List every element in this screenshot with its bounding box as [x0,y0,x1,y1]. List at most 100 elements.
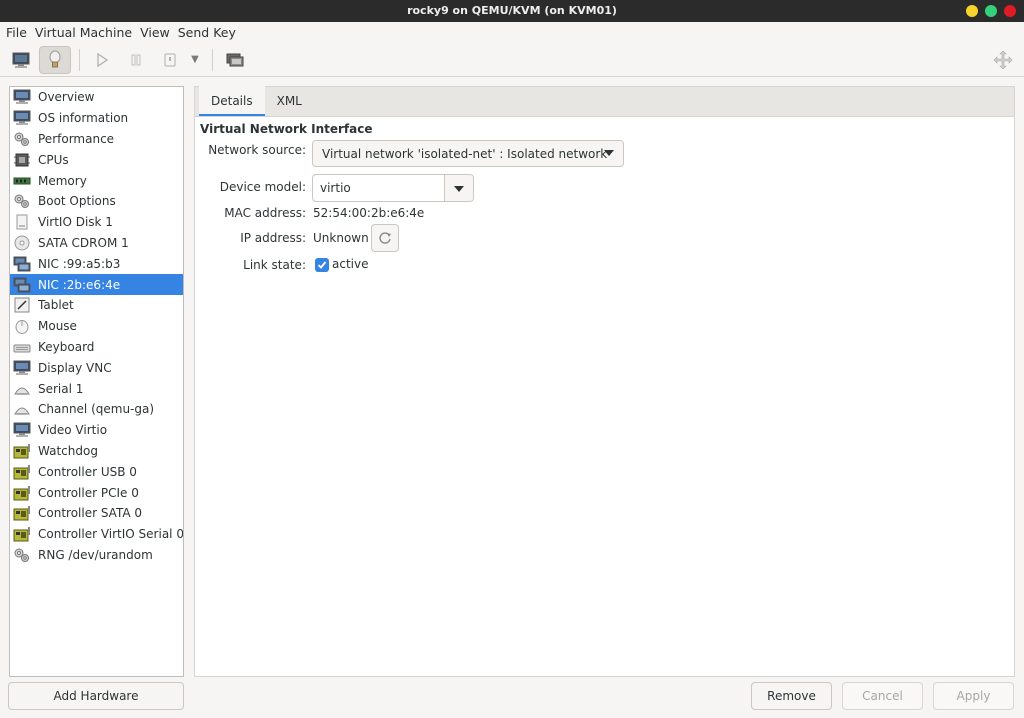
sidebar-item-label: VirtIO Disk 1 [38,215,113,230]
window-titlebar: rocky9 on QEMU/KVM (on KVM01) [0,0,1024,22]
sidebar-item[interactable]: Tablet [10,295,183,316]
monitor-icon [12,359,32,376]
device-model-combo: virtio [312,174,474,202]
sidebar-item[interactable]: SATA CDROM 1 [10,233,183,254]
remove-button[interactable]: Remove [751,682,832,710]
cdrom-icon [12,234,32,251]
sidebar-item-label: Controller PCIe 0 [38,485,139,500]
controller-icon [12,484,32,501]
sidebar-item[interactable]: Controller USB 0 [10,461,183,482]
menu-view[interactable]: View [136,25,174,40]
window-title: rocky9 on QEMU/KVM (on KVM01) [407,4,617,17]
cancel-button[interactable]: Cancel [842,682,923,710]
network-source-value: Virtual network 'isolated-net' : Isolate… [322,146,608,161]
ip-address-label: IP address: [240,231,306,245]
controller-icon [12,463,32,480]
sidebar-item-label: CPUs [38,152,69,167]
sidebar-item[interactable]: Mouse [10,316,183,337]
sidebar-item-label: Keyboard [38,339,95,354]
sidebar-item-label: NIC :99:a5:b3 [38,256,121,271]
tab-bar: Details XML [195,86,1014,117]
shutdown-button[interactable] [154,46,186,74]
controller-icon [12,505,32,522]
sidebar-item-label: NIC :2b:e6:4e [38,277,121,292]
power-icon [164,53,176,66]
sidebar-item[interactable]: Channel (qemu-ga) [10,399,183,420]
network-icon [12,276,32,293]
snapshots-icon [226,53,244,66]
sidebar-item-label: Boot Options [38,194,116,209]
serial-icon [12,401,32,418]
close-button[interactable] [1004,5,1016,17]
device-model-dropdown-button[interactable] [444,175,473,201]
sidebar-item-label: Watchdog [38,443,98,458]
disk-icon [12,214,32,231]
sidebar-item[interactable]: OS information [10,108,183,129]
shutdown-menu-chevron[interactable]: ▼ [188,46,202,74]
sidebar-item[interactable]: NIC :99:a5:b3 [10,253,183,274]
refresh-icon [379,232,391,244]
gears-icon [12,193,32,210]
controller-icon [12,526,32,543]
monitor-icon [12,422,32,439]
sidebar-item-label: Controller USB 0 [38,464,137,479]
mac-address-value: 52:54:00:2b:e6:4e [313,206,425,220]
sidebar-item-label: SATA CDROM 1 [38,235,129,250]
tab-details[interactable]: Details [199,86,265,116]
sidebar-item-label: RNG /dev/urandom [38,547,153,562]
sidebar-item-label: Controller VirtIO Serial 0 [38,527,184,542]
sidebar-item[interactable]: Watchdog [10,441,183,462]
sidebar-item[interactable]: Keyboard [10,337,183,358]
sidebar-item[interactable]: Controller SATA 0 [10,503,183,524]
gears-icon [12,130,32,147]
sidebar-item[interactable]: Performance [10,129,183,150]
mac-address-label: MAC address: [224,206,306,220]
apply-button[interactable]: Apply [933,682,1014,710]
sidebar-item[interactable]: Overview [10,87,183,108]
fullscreen-icon [993,50,1013,70]
network-source-combo[interactable]: Virtual network 'isolated-net' : Isolate… [312,140,624,167]
sidebar-item[interactable]: NIC :2b:e6:4e [10,274,183,295]
sidebar-item[interactable]: Boot Options [10,191,183,212]
link-state-value[interactable]: active [332,257,368,271]
menu-virtual-machine[interactable]: Virtual Machine [31,25,136,40]
add-hardware-button[interactable]: Add Hardware [8,682,184,710]
sidebar-item[interactable]: Video Virtio [10,420,183,441]
cpu-icon [12,151,32,168]
gears-icon [12,546,32,563]
sidebar-item[interactable]: Memory [10,170,183,191]
hardware-list: Overview OS information Performance CPUs Mem… [9,86,184,677]
tab-xml[interactable]: XML [265,86,314,116]
sidebar-item-label: Performance [38,131,115,146]
toolbar-separator [79,48,80,71]
link-state-label: Link state: [243,258,306,272]
toolbar-separator [212,48,213,71]
sidebar-item[interactable]: RNG /dev/urandom [10,545,183,566]
sidebar-item[interactable]: Display VNC [10,357,183,378]
sidebar-item[interactable]: VirtIO Disk 1 [10,212,183,233]
sidebar-item[interactable]: Controller PCIe 0 [10,482,183,503]
maximize-button[interactable] [985,5,997,17]
menu-file[interactable]: File [2,25,31,40]
menu-send-key[interactable]: Send Key [174,25,240,40]
sidebar-item[interactable]: Serial 1 [10,378,183,399]
sidebar-item-label: Serial 1 [38,381,84,396]
refresh-ip-button[interactable] [371,224,399,252]
minimize-button[interactable] [966,5,978,17]
link-state-checkbox[interactable] [315,258,329,272]
sidebar-item-label: Display VNC [38,360,112,375]
pause-button[interactable] [120,46,152,74]
pause-icon [131,54,141,65]
device-model-entry[interactable]: virtio [313,175,444,201]
sidebar-item-label: Overview [38,90,95,105]
menubar: File Virtual Machine View Send Key [0,22,1024,43]
details-button[interactable] [39,45,71,74]
console-button[interactable] [5,46,37,74]
sidebar-item[interactable]: CPUs [10,149,183,170]
snapshots-button[interactable] [219,46,251,74]
sidebar-item[interactable]: Controller VirtIO Serial 0 [10,524,183,545]
console-icon [12,52,30,68]
checkmark-icon [317,261,327,269]
run-button[interactable] [86,46,118,74]
fullscreen-button[interactable] [992,49,1014,71]
